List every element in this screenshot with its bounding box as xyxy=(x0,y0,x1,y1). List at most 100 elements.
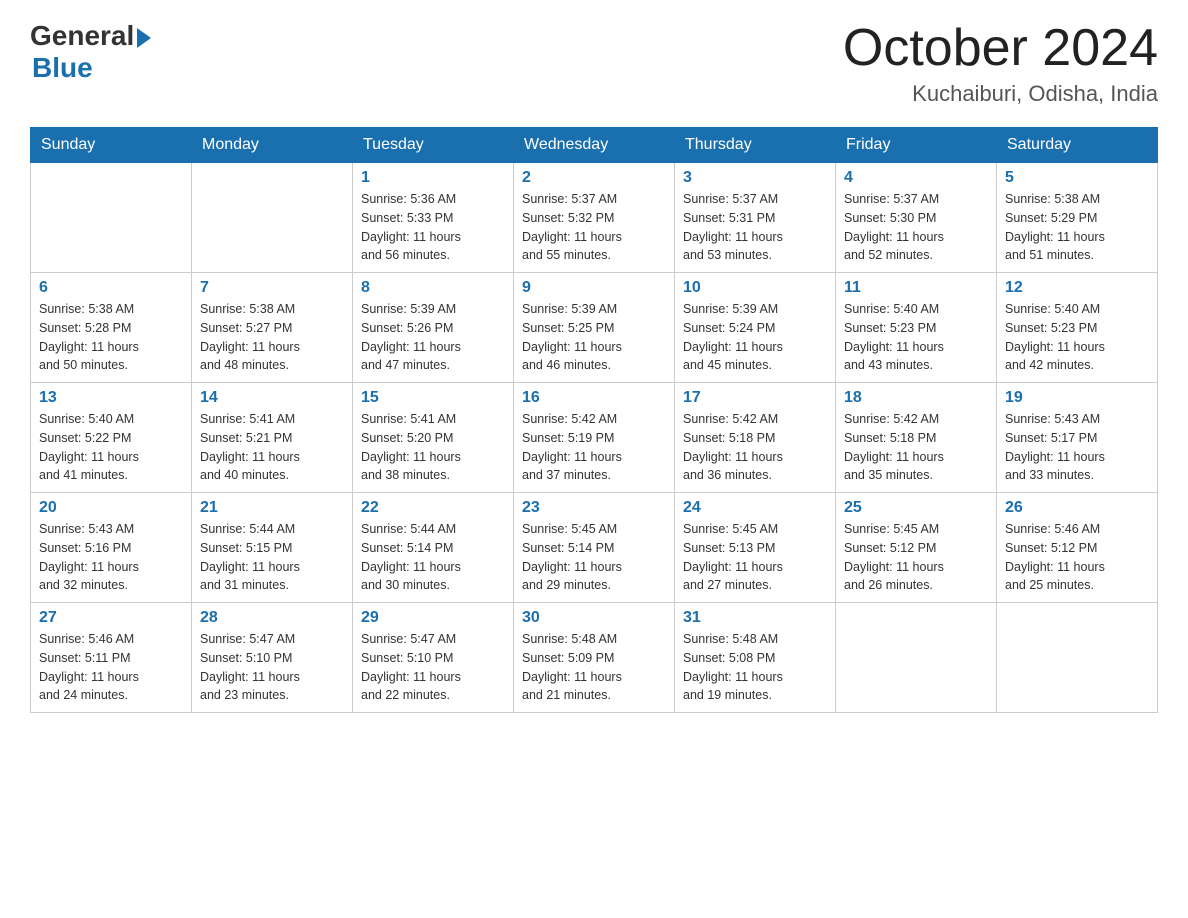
day-number: 27 xyxy=(39,609,183,627)
day-info: Sunrise: 5:44 AM Sunset: 5:14 PM Dayligh… xyxy=(361,520,505,595)
day-number: 19 xyxy=(1005,389,1149,407)
week-row-1: 1Sunrise: 5:36 AM Sunset: 5:33 PM Daylig… xyxy=(31,163,1158,273)
calendar-cell: 27Sunrise: 5:46 AM Sunset: 5:11 PM Dayli… xyxy=(31,603,192,713)
day-info: Sunrise: 5:43 AM Sunset: 5:16 PM Dayligh… xyxy=(39,520,183,595)
day-number: 20 xyxy=(39,499,183,517)
day-number: 2 xyxy=(522,169,666,187)
calendar-table: SundayMondayTuesdayWednesdayThursdayFrid… xyxy=(30,127,1158,713)
calendar-cell: 21 Sunrise: 5:44 AM Sunset: 5:15 PM Dayli… xyxy=(192,493,353,603)
calendar-cell: 17 Sunrise: 5:42 AM Sunset: 5:18 PM Dayli… xyxy=(675,383,836,493)
calendar-cell: 10 Sunrise: 5:39 AM Sunset: 5:24 PM Dayli… xyxy=(675,273,836,383)
day-number: 24 xyxy=(683,499,827,517)
day-info: Sunrise: 5:45 AM Sunset: 5:12 PM Dayligh… xyxy=(844,520,988,595)
logo-general-text: General xyxy=(30,20,134,52)
day-info: Sunrise: 5:38 AM Sunset: 5:29 PM Dayligh… xyxy=(1005,190,1149,265)
calendar-cell: 4 Sunrise: 5:37 AM Sunset: 5:30 PM Daylig… xyxy=(836,163,997,273)
day-info: Sunrise: 5:48 AM Sunset: 5:08 PM Dayligh… xyxy=(683,630,827,705)
calendar-cell: 29 Sunrise: 5:47 AM Sunset: 5:10 PM Dayli… xyxy=(353,603,514,713)
calendar-cell: 15 Sunrise: 5:41 AM Sunset: 5:20 PM Dayli… xyxy=(353,383,514,493)
day-number: 13 xyxy=(39,389,183,407)
column-header-monday: Monday xyxy=(192,128,353,163)
day-info: Sunrise: 5:37 AM Sunset: 5:31 PM Dayligh… xyxy=(683,190,827,265)
day-number: 14 xyxy=(200,389,344,407)
calendar-cell: 30 Sunrise: 5:48 AM Sunset: 5:09 PM Dayli… xyxy=(514,603,675,713)
column-header-sunday: Sunday xyxy=(31,128,192,163)
location-title: Kuchaiburi, Odisha, India xyxy=(843,81,1158,107)
day-info: Sunrise: 5:39 AM Sunset: 5:24 PM Dayligh… xyxy=(683,300,827,375)
day-number: 4 xyxy=(844,169,988,187)
day-number: 15 xyxy=(361,389,505,407)
day-info: Sunrise: 5:48 AM Sunset: 5:09 PM Dayligh… xyxy=(522,630,666,705)
calendar-cell: 12 Sunrise: 5:40 AM Sunset: 5:23 PM Dayli… xyxy=(997,273,1158,383)
day-info: Sunrise: 5:37 AM Sunset: 5:32 PM Dayligh… xyxy=(522,190,666,265)
day-number: 12 xyxy=(1005,279,1149,297)
day-number: 6 xyxy=(39,279,183,297)
calendar-cell: 3Sunrise: 5:37 AM Sunset: 5:31 PM Daylig… xyxy=(675,163,836,273)
calendar-cell: 16 Sunrise: 5:42 AM Sunset: 5:19 PM Dayli… xyxy=(514,383,675,493)
column-header-thursday: Thursday xyxy=(675,128,836,163)
day-number: 22 xyxy=(361,499,505,517)
calendar-cell: 28Sunrise: 5:47 AM Sunset: 5:10 PM Dayli… xyxy=(192,603,353,713)
page-header: General Blue October 2024 Kuchaiburi, Od… xyxy=(30,20,1158,107)
day-number: 21 xyxy=(200,499,344,517)
logo: General Blue xyxy=(30,20,151,84)
day-number: 16 xyxy=(522,389,666,407)
column-header-tuesday: Tuesday xyxy=(353,128,514,163)
day-info: Sunrise: 5:39 AM Sunset: 5:25 PM Dayligh… xyxy=(522,300,666,375)
column-header-saturday: Saturday xyxy=(997,128,1158,163)
calendar-cell xyxy=(836,603,997,713)
calendar-cell: 18 Sunrise: 5:42 AM Sunset: 5:18 PM Dayli… xyxy=(836,383,997,493)
calendar-cell: 9 Sunrise: 5:39 AM Sunset: 5:25 PM Daylig… xyxy=(514,273,675,383)
calendar-cell xyxy=(997,603,1158,713)
column-header-wednesday: Wednesday xyxy=(514,128,675,163)
day-info: Sunrise: 5:41 AM Sunset: 5:20 PM Dayligh… xyxy=(361,410,505,485)
calendar-cell: 24 Sunrise: 5:45 AM Sunset: 5:13 PM Dayli… xyxy=(675,493,836,603)
day-info: Sunrise: 5:40 AM Sunset: 5:22 PM Dayligh… xyxy=(39,410,183,485)
day-number: 17 xyxy=(683,389,827,407)
week-row-5: 27Sunrise: 5:46 AM Sunset: 5:11 PM Dayli… xyxy=(31,603,1158,713)
calendar-cell: 6 Sunrise: 5:38 AM Sunset: 5:28 PM Daylig… xyxy=(31,273,192,383)
day-number: 8 xyxy=(361,279,505,297)
calendar-cell: 31Sunrise: 5:48 AM Sunset: 5:08 PM Dayli… xyxy=(675,603,836,713)
month-title: October 2024 xyxy=(843,20,1158,77)
day-info: Sunrise: 5:38 AM Sunset: 5:27 PM Dayligh… xyxy=(200,300,344,375)
day-info: Sunrise: 5:38 AM Sunset: 5:28 PM Dayligh… xyxy=(39,300,183,375)
day-number: 26 xyxy=(1005,499,1149,517)
day-number: 25 xyxy=(844,499,988,517)
calendar-cell: 20 Sunrise: 5:43 AM Sunset: 5:16 PM Dayli… xyxy=(31,493,192,603)
day-number: 7 xyxy=(200,279,344,297)
day-number: 11 xyxy=(844,279,988,297)
day-number: 28 xyxy=(200,609,344,627)
calendar-cell: 7 Sunrise: 5:38 AM Sunset: 5:27 PM Daylig… xyxy=(192,273,353,383)
day-info: Sunrise: 5:40 AM Sunset: 5:23 PM Dayligh… xyxy=(844,300,988,375)
calendar-cell: 1Sunrise: 5:36 AM Sunset: 5:33 PM Daylig… xyxy=(353,163,514,273)
day-info: Sunrise: 5:36 AM Sunset: 5:33 PM Dayligh… xyxy=(361,190,505,265)
calendar-header-row: SundayMondayTuesdayWednesdayThursdayFrid… xyxy=(31,128,1158,163)
day-info: Sunrise: 5:42 AM Sunset: 5:18 PM Dayligh… xyxy=(844,410,988,485)
calendar-cell: 22 Sunrise: 5:44 AM Sunset: 5:14 PM Dayli… xyxy=(353,493,514,603)
day-number: 10 xyxy=(683,279,827,297)
calendar-cell: 25 Sunrise: 5:45 AM Sunset: 5:12 PM Dayli… xyxy=(836,493,997,603)
title-section: October 2024 Kuchaiburi, Odisha, India xyxy=(843,20,1158,107)
day-info: Sunrise: 5:37 AM Sunset: 5:30 PM Dayligh… xyxy=(844,190,988,265)
calendar-cell: 13 Sunrise: 5:40 AM Sunset: 5:22 PM Dayli… xyxy=(31,383,192,493)
day-number: 30 xyxy=(522,609,666,627)
calendar-cell xyxy=(192,163,353,273)
day-number: 9 xyxy=(522,279,666,297)
day-info: Sunrise: 5:45 AM Sunset: 5:14 PM Dayligh… xyxy=(522,520,666,595)
calendar-cell: 14Sunrise: 5:41 AM Sunset: 5:21 PM Dayli… xyxy=(192,383,353,493)
day-number: 23 xyxy=(522,499,666,517)
day-info: Sunrise: 5:47 AM Sunset: 5:10 PM Dayligh… xyxy=(361,630,505,705)
day-info: Sunrise: 5:42 AM Sunset: 5:18 PM Dayligh… xyxy=(683,410,827,485)
calendar-cell: 23 Sunrise: 5:45 AM Sunset: 5:14 PM Dayli… xyxy=(514,493,675,603)
day-number: 18 xyxy=(844,389,988,407)
logo-arrow-icon xyxy=(137,28,151,48)
day-number: 29 xyxy=(361,609,505,627)
day-info: Sunrise: 5:46 AM Sunset: 5:12 PM Dayligh… xyxy=(1005,520,1149,595)
day-info: Sunrise: 5:42 AM Sunset: 5:19 PM Dayligh… xyxy=(522,410,666,485)
calendar-cell: 2 Sunrise: 5:37 AM Sunset: 5:32 PM Daylig… xyxy=(514,163,675,273)
day-info: Sunrise: 5:45 AM Sunset: 5:13 PM Dayligh… xyxy=(683,520,827,595)
day-info: Sunrise: 5:44 AM Sunset: 5:15 PM Dayligh… xyxy=(200,520,344,595)
day-info: Sunrise: 5:40 AM Sunset: 5:23 PM Dayligh… xyxy=(1005,300,1149,375)
day-info: Sunrise: 5:43 AM Sunset: 5:17 PM Dayligh… xyxy=(1005,410,1149,485)
